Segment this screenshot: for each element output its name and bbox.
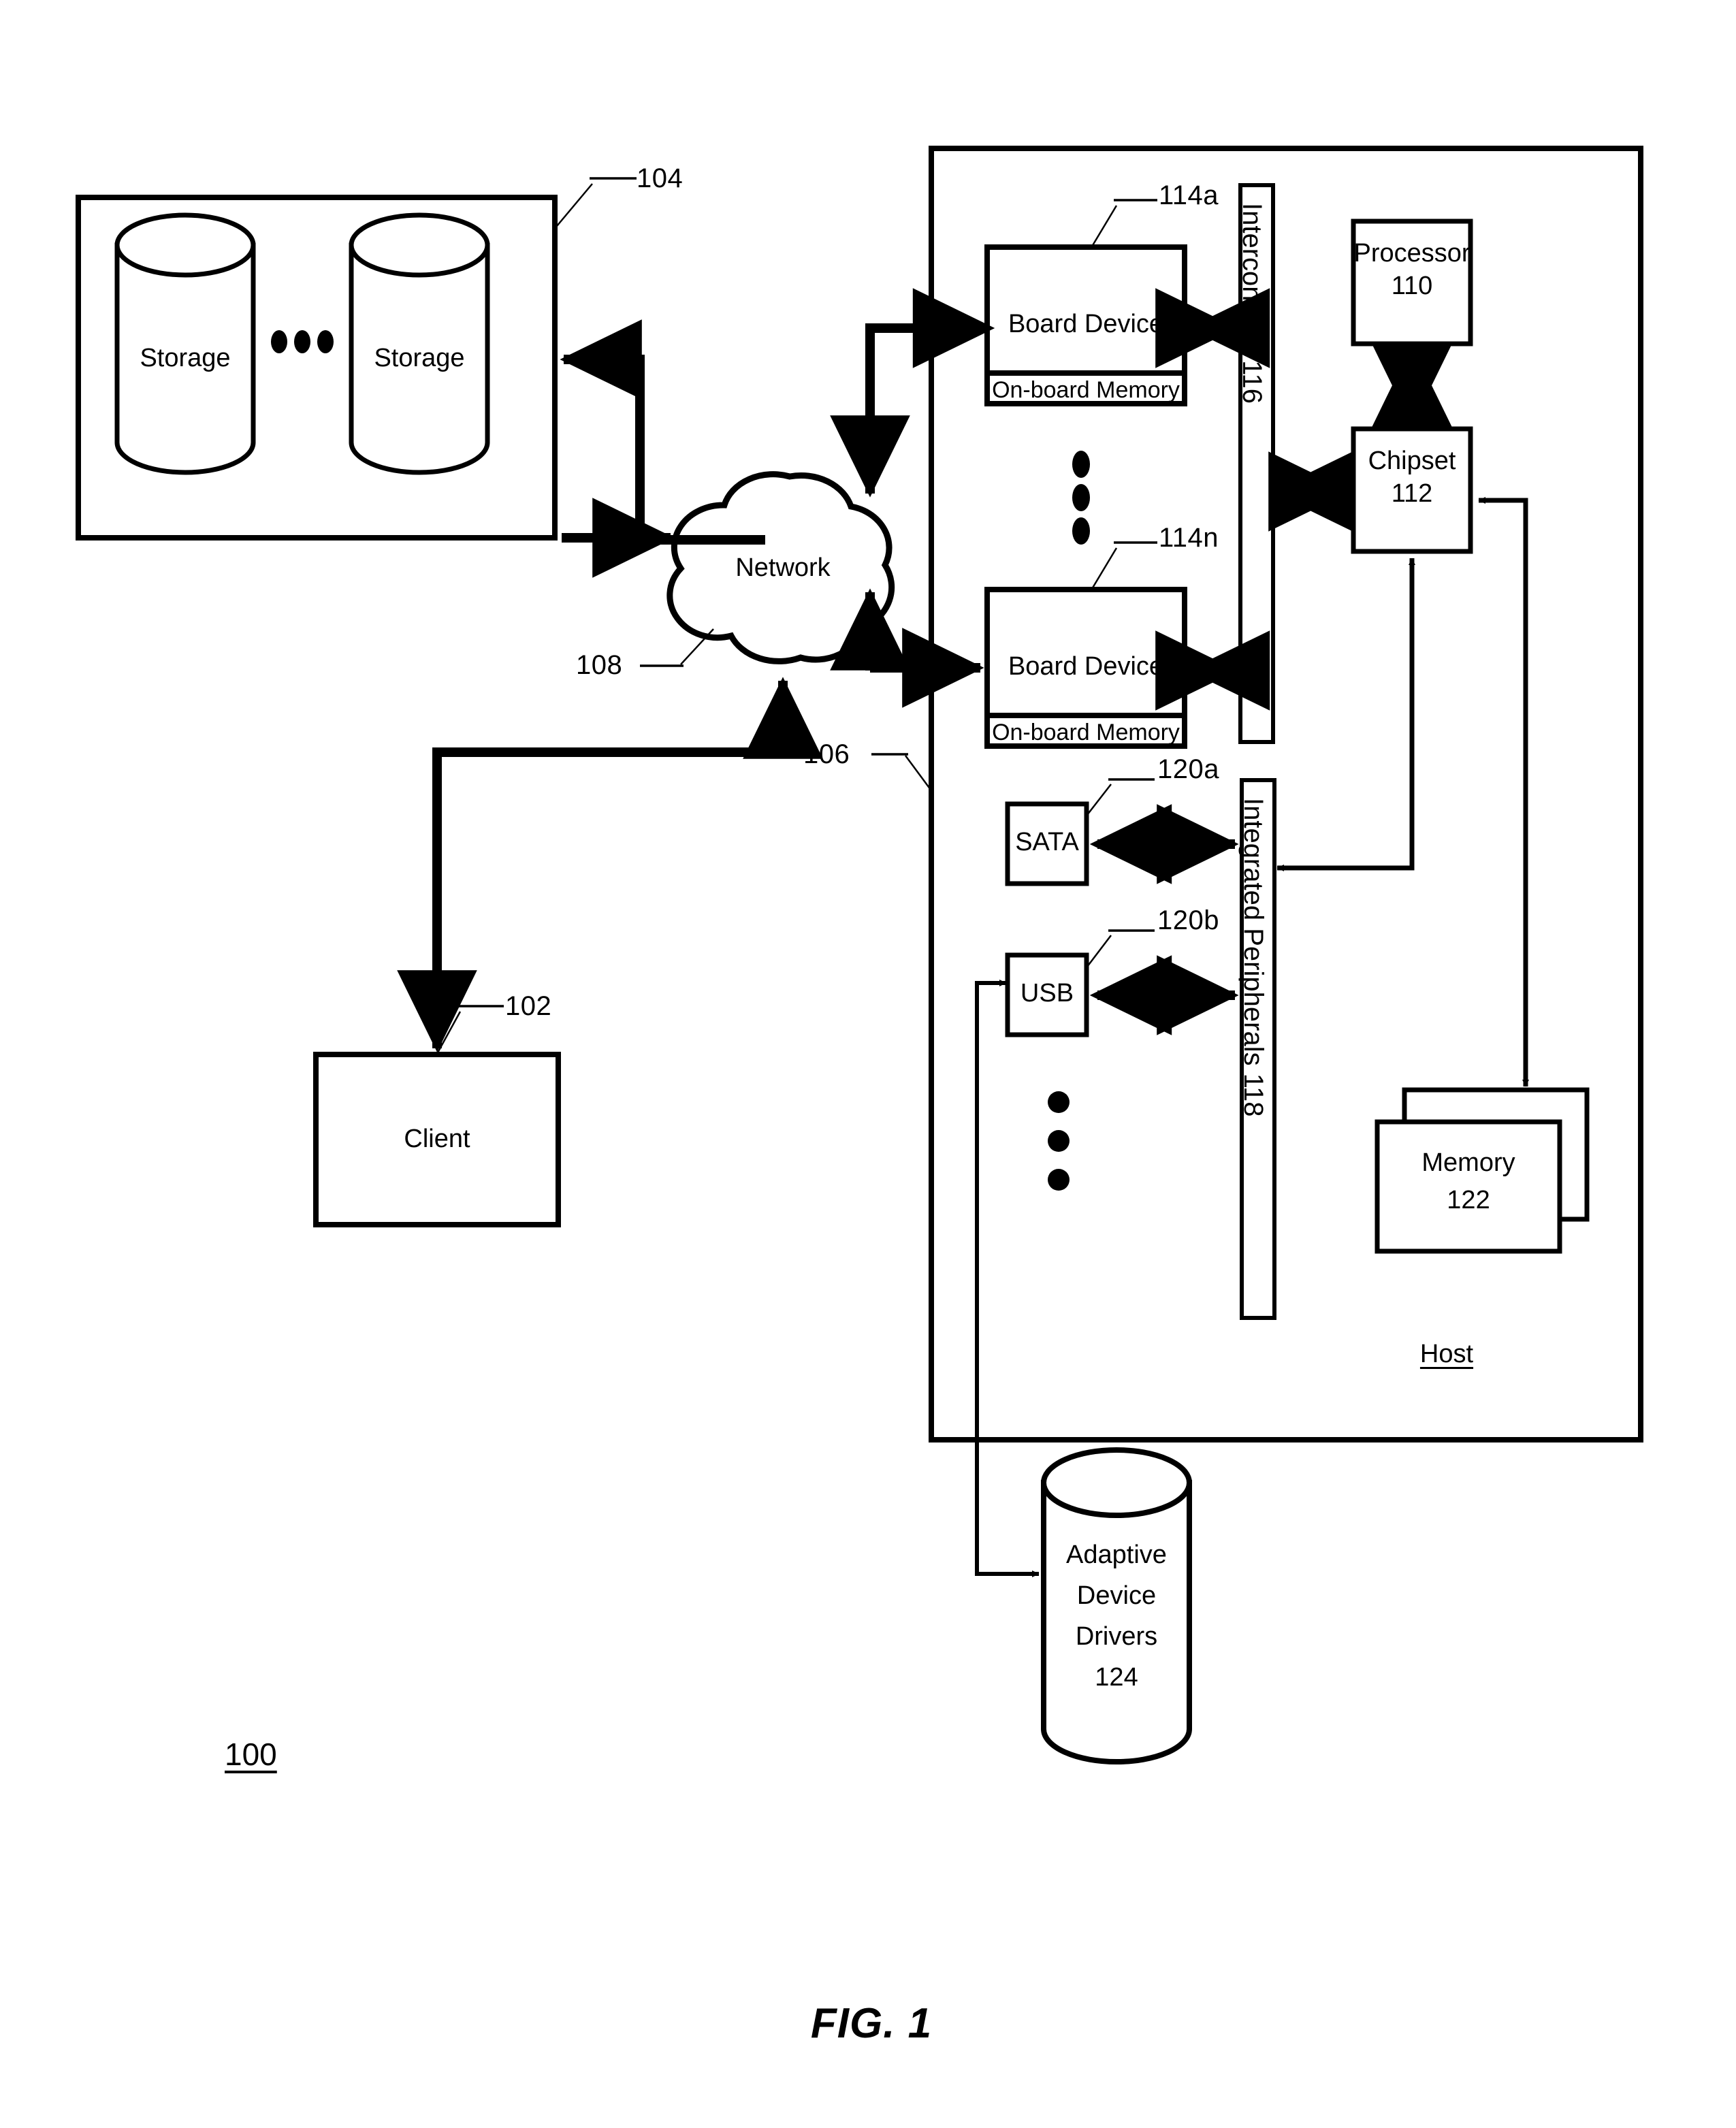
storage-ellipsis-dots [271,330,334,353]
processor-box-group [1351,219,1473,346]
connector-client-to-network [432,677,823,982]
patent-figure-canvas [76,146,1643,1764]
storage-array-group [76,177,637,541]
memory-stack-group [1375,1087,1590,1254]
storage-cylinder-2 [349,212,490,475]
chipset-box-group [1351,426,1473,554]
network-cloud-group [640,471,895,667]
interconnect-label: Interconnect 116 [1237,203,1267,404]
peripheral-ellipsis-dots [1048,1091,1070,1191]
board-device-ellipsis-dots [1072,451,1090,545]
adaptive-device-drivers-cylinder [1041,1447,1192,1764]
integrated-peripherals-label: Integrated Peripherals 118 [1238,798,1268,1117]
storage-cylinder-1 [114,212,256,475]
